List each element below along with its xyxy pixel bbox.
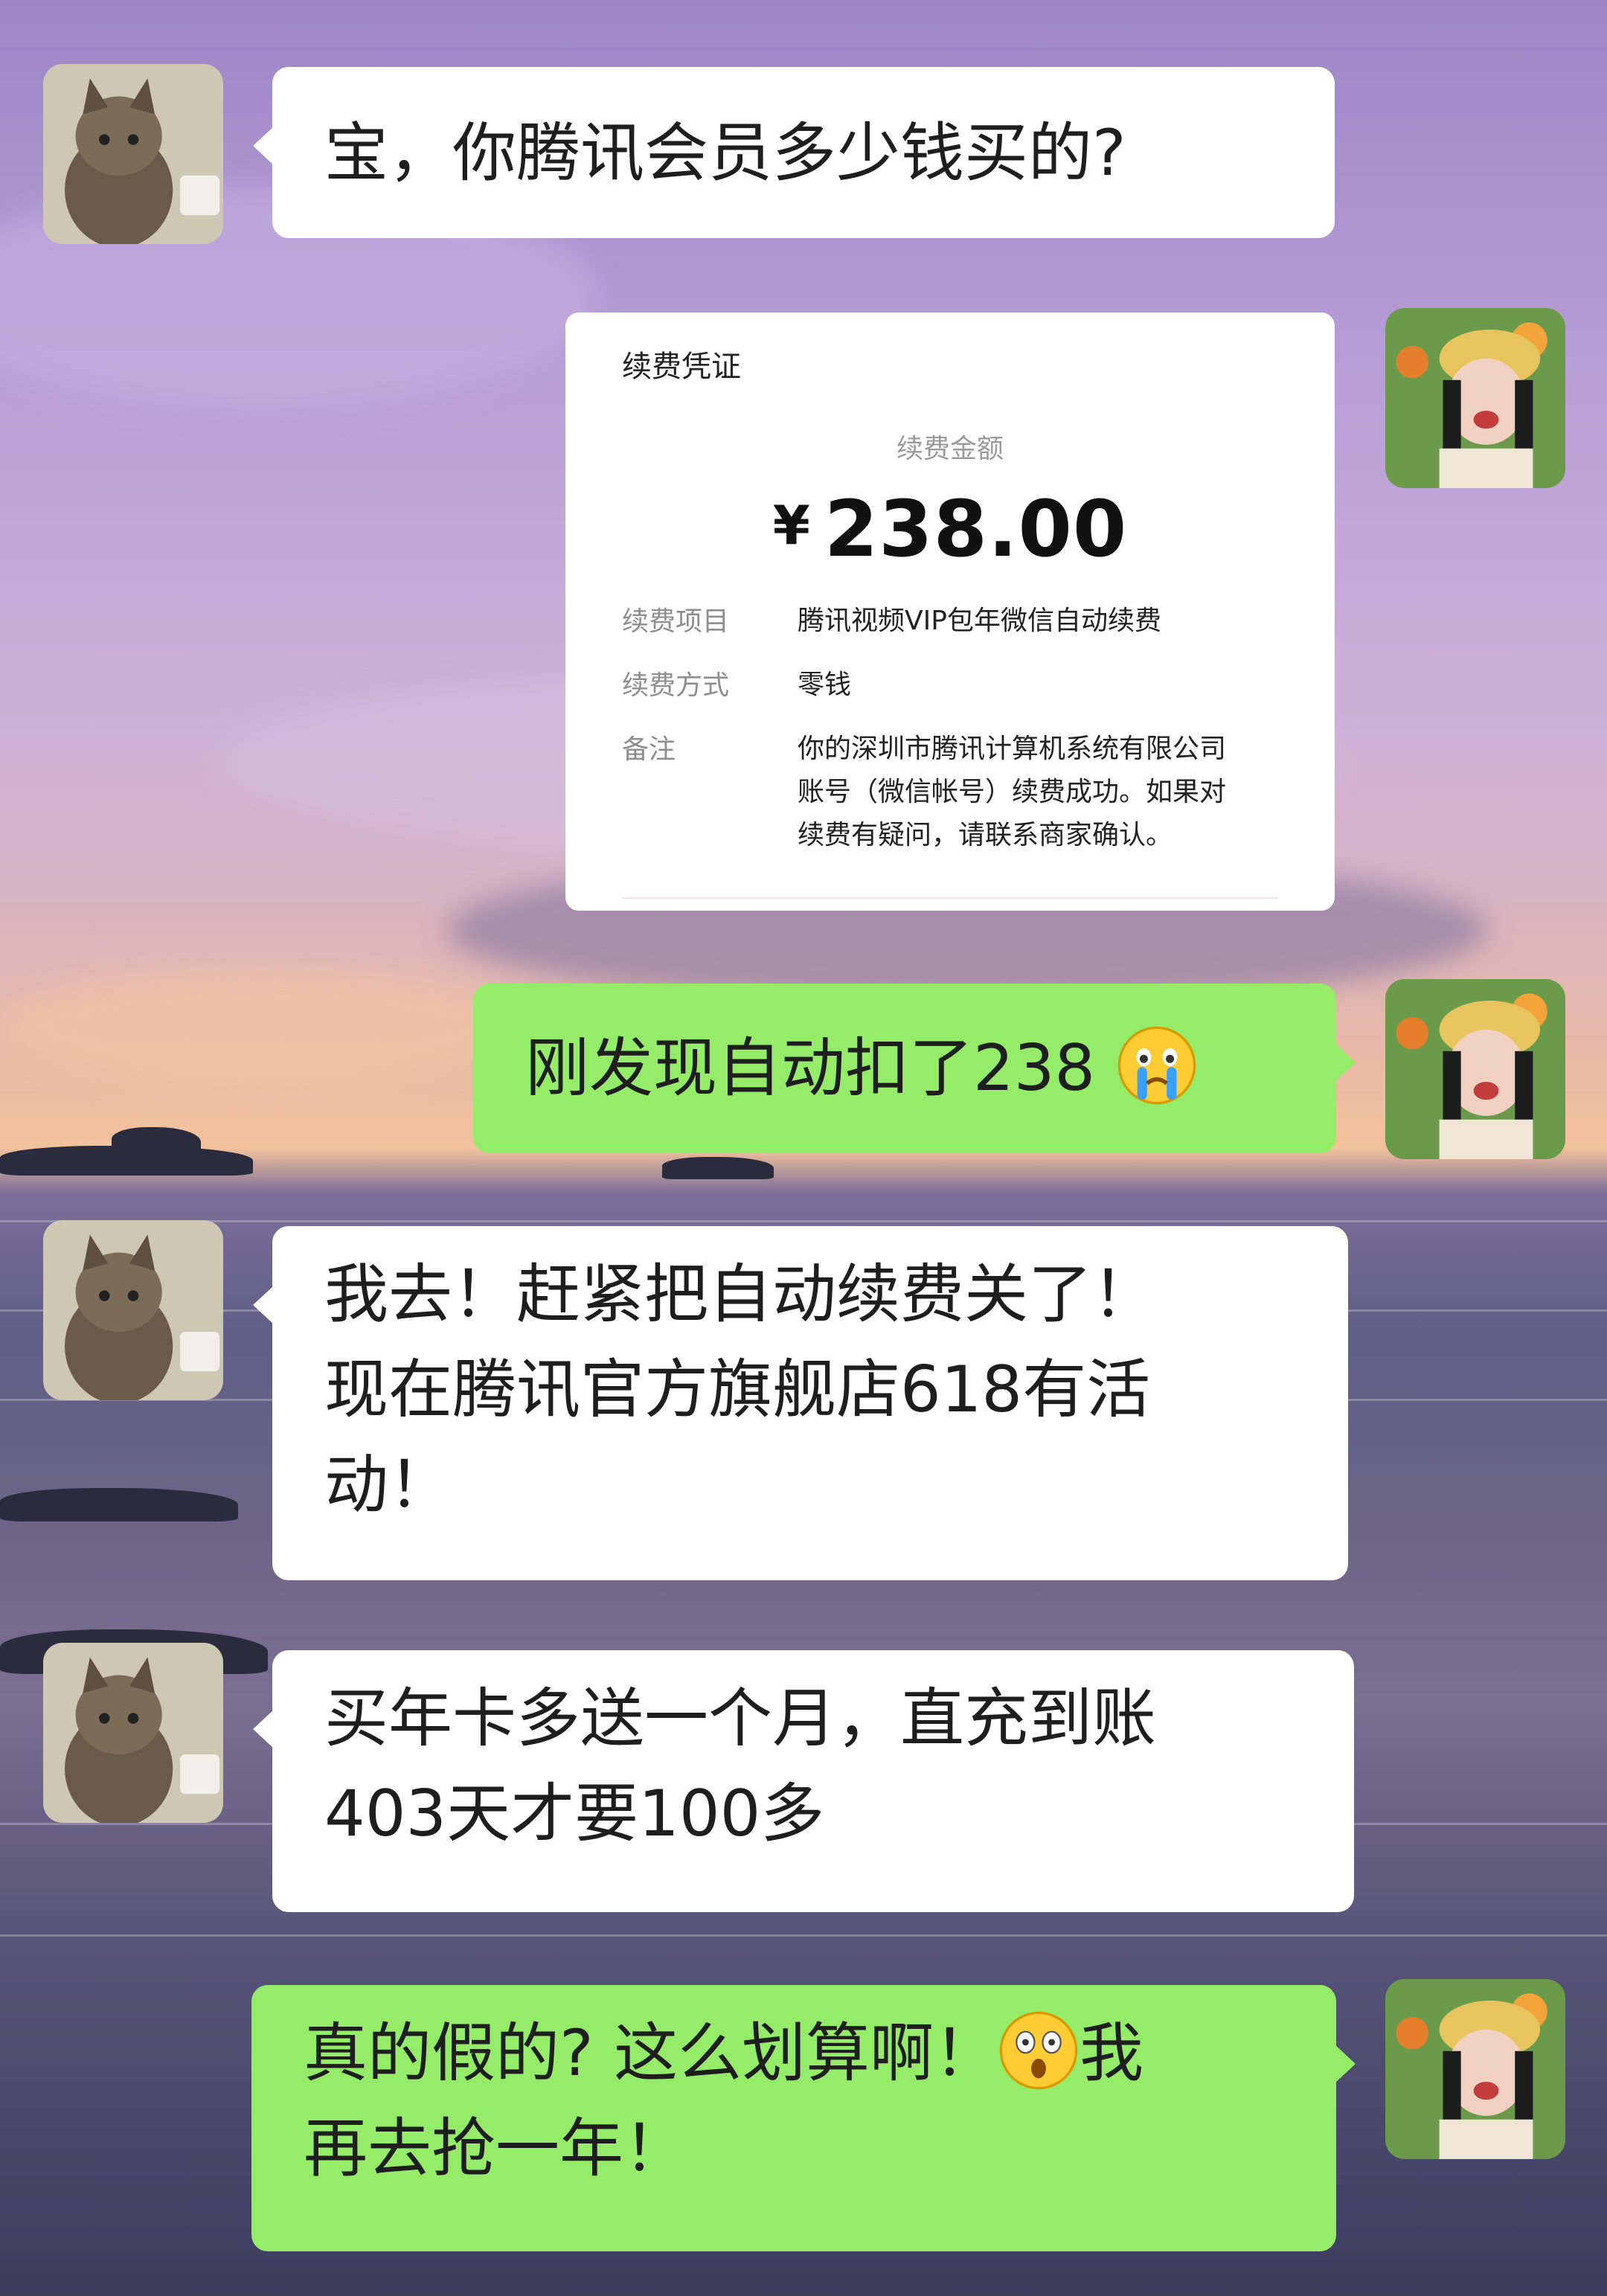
amount: ¥238.00 <box>622 484 1278 574</box>
amount-value: 238.00 <box>824 484 1128 574</box>
currency-symbol: ¥ <box>772 494 811 557</box>
receipt-row-item: 续费项目 腾讯视频VIP包年微信自动续费 <box>622 600 1278 643</box>
girl-avatar[interactable] <box>1385 1979 1565 2159</box>
note-line: 你的深圳市腾讯计算机系统有限公司 <box>798 734 1227 764</box>
message-text: 真的假的? 这么划算啊！ <box>304 2016 998 2091</box>
row-value: 你的深圳市腾讯计算机系统有限公司 账号（微信帐号）续费成功。如果对 续费有疑问，… <box>798 728 1226 857</box>
message-bubble[interactable]: 刚发现自动扣了238 <box>473 984 1356 1153</box>
row-key: 备注 <box>622 734 676 765</box>
row-key: 续费方式 <box>622 670 730 701</box>
cat-avatar[interactable] <box>43 64 223 244</box>
message-line: 买年卡多送一个月，直充到账 <box>324 1681 1156 1756</box>
divider <box>622 897 1278 899</box>
cat-avatar[interactable] <box>43 1643 223 1823</box>
message-line: 再去抢一年！ <box>304 2111 687 2186</box>
crying-face-emoji <box>1117 1026 1196 1105</box>
message-line: 403天才要100多 <box>324 1777 825 1851</box>
receipt-row-method: 续费方式 零钱 <box>622 664 1278 707</box>
message-bubble[interactable]: 真的假的? 这么划算啊！ 我 再去抢一年！ <box>251 1985 1356 2251</box>
message-text: 宝，你腾讯会员多少钱买的? <box>324 116 1126 190</box>
amount-label: 续费金额 <box>896 434 1004 464</box>
message-text: 我 <box>1079 2016 1143 2091</box>
cat-avatar[interactable] <box>43 1220 223 1400</box>
message-bubble[interactable]: 我去！赶紧把自动续费关了！ 现在腾讯官方旗舰店618有活 动！ <box>253 1226 1348 1580</box>
row-value: 零钱 <box>798 670 852 700</box>
message-bubble[interactable]: 买年卡多送一个月，直充到账 403天才要100多 <box>253 1650 1354 1912</box>
girl-avatar[interactable] <box>1385 308 1565 488</box>
note-line: 续费有疑问，请联系商家确认。 <box>798 820 1173 850</box>
astonished-face-emoji <box>999 2011 1078 2090</box>
message-line: 真的假的? 这么划算啊！ 我 <box>304 2006 1292 2101</box>
girl-avatar[interactable] <box>1385 979 1565 1159</box>
row-value: 腾讯视频VIP包年微信自动续费 <box>798 606 1161 636</box>
message-line: 现在腾讯官方旗舰店618有活 <box>324 1353 1151 1427</box>
receipt-row-note: 备注 你的深圳市腾讯计算机系统有限公司 账号（微信帐号）续费成功。如果对 续费有… <box>622 728 1278 857</box>
message-text: 刚发现自动扣了238 <box>525 1031 1096 1106</box>
message-bubble[interactable]: 宝，你腾讯会员多少钱买的? <box>253 67 1335 238</box>
message-line: 我去！赶紧把自动续费关了！ <box>324 1257 1156 1332</box>
receipt-title: 续费凭证 <box>622 350 741 384</box>
message-line: 动！ <box>324 1448 452 1522</box>
receipt-card[interactable]: 续费凭证 续费金额 ¥238.00 续费项目 腾讯视频VIP包年微信自动续费 续… <box>565 312 1335 911</box>
row-key: 续费项目 <box>622 606 730 637</box>
note-line: 账号（微信帐号）续费成功。如果对 <box>798 777 1227 807</box>
